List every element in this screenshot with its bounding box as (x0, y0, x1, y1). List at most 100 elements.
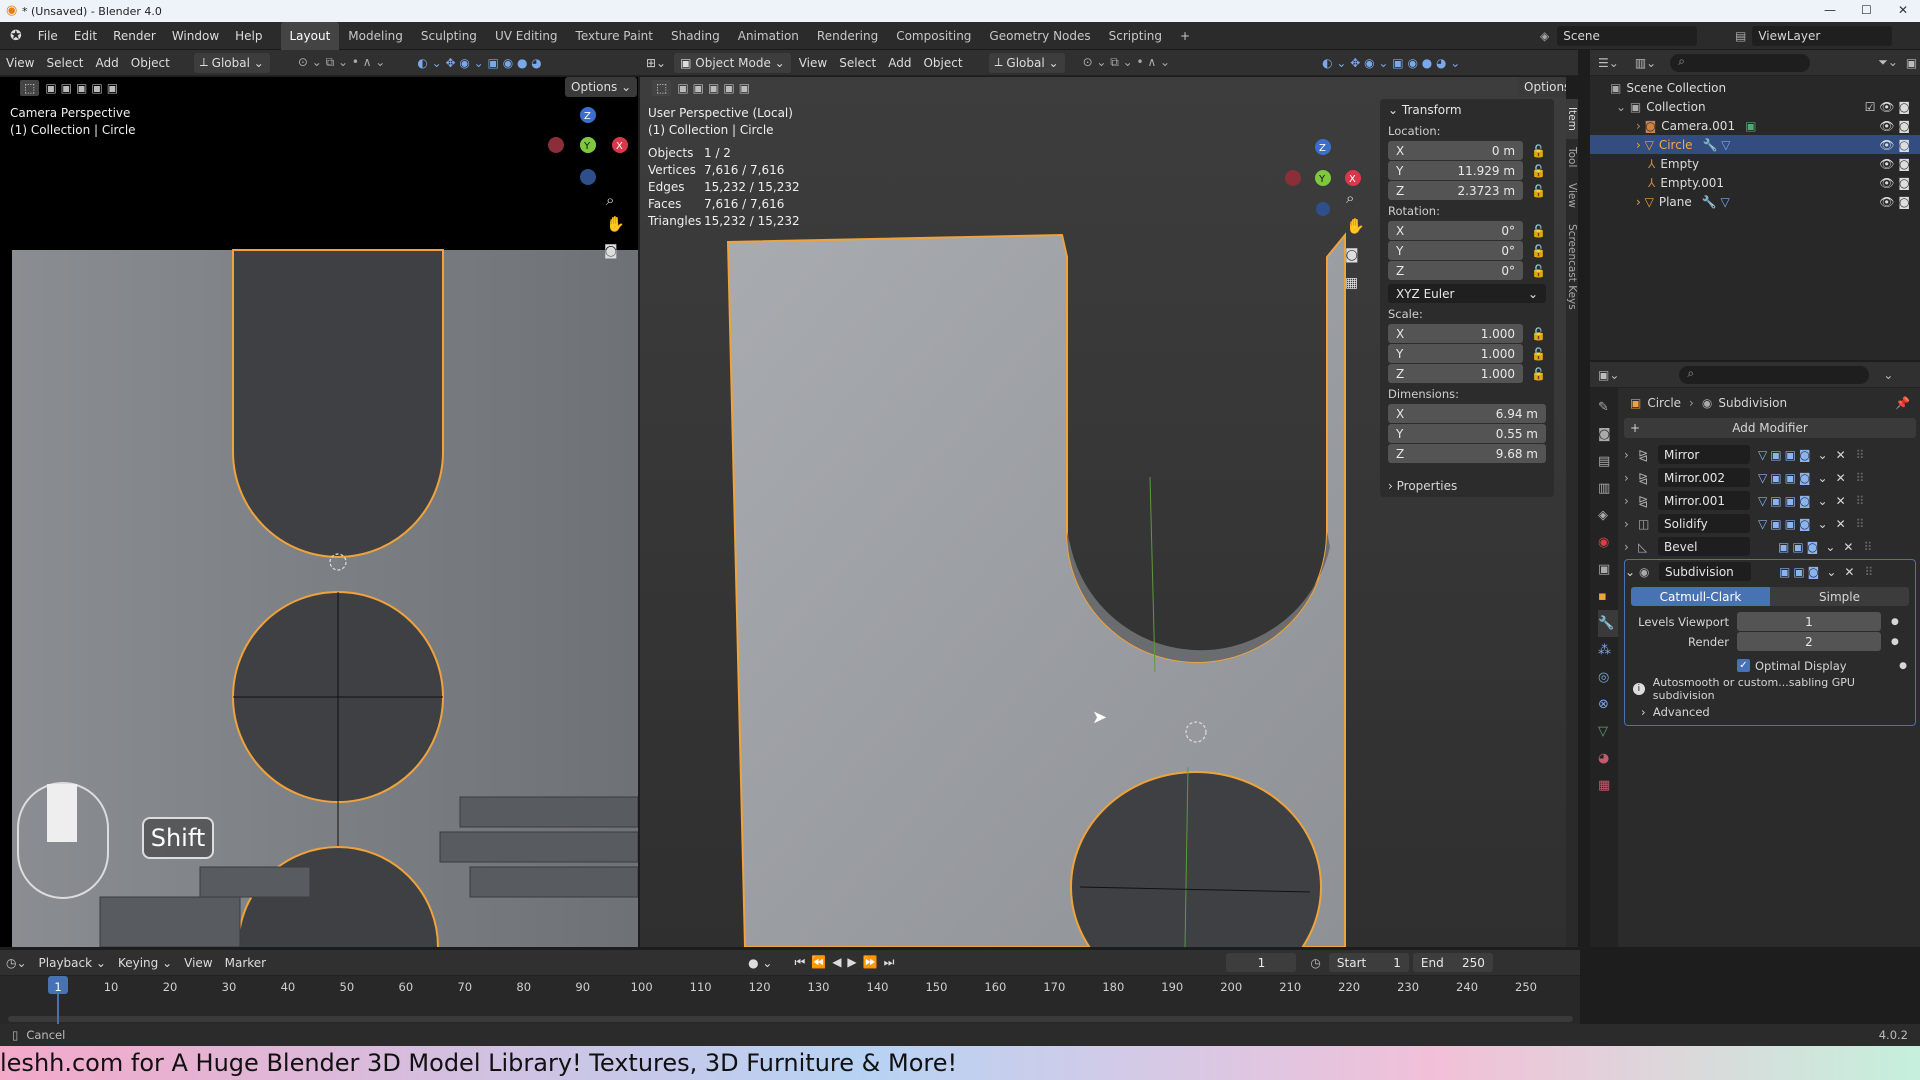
viewlayer-field[interactable]: ViewLayer (1752, 26, 1893, 46)
minimize-icon[interactable]: — (1824, 3, 1836, 17)
modifier-toggle-icons[interactable]: ▽▣▣◙ (1758, 448, 1814, 462)
left-orientation-dropdown[interactable]: ⟂ Global ⌄ (193, 52, 270, 73)
tab-rendering[interactable]: Rendering (808, 22, 887, 50)
timeline-view-menu[interactable]: View (178, 953, 218, 973)
lock-icon[interactable]: 🔓 (1531, 244, 1546, 258)
rotation-y-field[interactable]: Y 0° (1388, 241, 1524, 260)
render-tab-icon[interactable]: ◙ (1598, 421, 1618, 448)
lock-icon[interactable]: 🔓 (1531, 224, 1546, 238)
pin-icon[interactable]: 📌 (1895, 396, 1910, 410)
tab-layout[interactable]: Layout (280, 21, 340, 50)
chevron-down-icon[interactable]: ⌄ (1818, 448, 1828, 462)
tab-modeling[interactable]: Modeling (339, 22, 412, 50)
drag-handle-icon[interactable]: ⠿ (1856, 448, 1865, 462)
outliner-item[interactable]: › ▽ Plane 🔧 ▽ 👁 ◙ (1590, 192, 1920, 211)
keyframe-dot-icon[interactable]: ● (1899, 661, 1907, 671)
timeline-editor-icon[interactable]: ◷⌄ (0, 953, 33, 973)
menu-render[interactable]: Render (105, 22, 164, 50)
tab-compositing[interactable]: Compositing (887, 22, 980, 50)
close-icon[interactable]: ✕ (1898, 3, 1908, 17)
visibility-icons[interactable]: ☑ 👁 ◙ (1865, 100, 1910, 114)
outliner-item[interactable]: ⅄ Empty 👁 ◙ (1590, 154, 1920, 173)
right-select-menu[interactable]: Select (833, 53, 882, 73)
right-zoom-icon[interactable]: ⌕ (1346, 189, 1354, 207)
location-x-field[interactable]: X0 m (1388, 141, 1524, 160)
tab-scripting[interactable]: Scripting (1100, 22, 1171, 50)
chevron-right-icon[interactable]: › (1624, 448, 1638, 462)
drag-handle-icon[interactable]: ⠿ (1856, 471, 1865, 485)
outliner-item[interactable]: › ◙ Camera.001 ▣ 👁 ◙ (1590, 116, 1920, 135)
chevron-down-icon[interactable]: ⌄ (1625, 565, 1639, 579)
right-camera-icon[interactable]: ◙ (1345, 247, 1359, 263)
dimension-z-field[interactable]: Z 9.68 m (1388, 444, 1546, 463)
scale-z-field[interactable]: Z 1.000 (1388, 364, 1524, 383)
close-icon[interactable]: ✕ (1836, 517, 1846, 531)
keying-menu[interactable]: Keying ⌄ (112, 953, 178, 973)
outliner-editor-icon[interactable]: ☰⌄ (1598, 56, 1619, 70)
filter-icon[interactable]: ⏷⌄ (1878, 55, 1898, 70)
outliner-search-input[interactable]: ⌕ (1670, 53, 1811, 72)
chevron-down-icon[interactable]: ⌄ (1818, 494, 1828, 508)
menu-help[interactable]: Help (227, 22, 270, 50)
right-view-menu[interactable]: View (793, 53, 833, 73)
left-view-menu[interactable]: View (0, 53, 40, 73)
dimension-y-field[interactable]: Y 0.55 m (1388, 424, 1546, 443)
outliner-collection[interactable]: ⌄ ▣ Collection ☑ 👁 ◙ (1590, 97, 1920, 116)
tab-geometry-nodes[interactable]: Geometry Nodes (980, 22, 1099, 50)
left-select-menu[interactable]: Select (40, 53, 89, 73)
tab-view[interactable]: View (1566, 175, 1578, 216)
location-y-field[interactable]: Y 11.929 m (1388, 161, 1524, 180)
tab-screencast-keys[interactable]: Screencast Keys (1566, 216, 1578, 318)
rotation-z-field[interactable]: Z 0° (1388, 261, 1524, 280)
modifier-toggle-icons[interactable]: ▣▣◙ (1778, 540, 1821, 554)
lock-icon[interactable]: 🔓 (1531, 327, 1546, 341)
marker-menu[interactable]: Marker (219, 953, 272, 973)
right-viewport[interactable]: Z Y X ⬚ ▣▣▣▣▣ Options ⌄ User Perspective… (640, 77, 1566, 947)
collection-tab-icon[interactable]: ▣ (1598, 556, 1618, 583)
end-frame-field[interactable]: End 250 (1412, 953, 1493, 972)
chevron-down-icon[interactable]: ⌄ (1818, 517, 1828, 531)
outliner-item-selected[interactable]: › ▽ Circle 🔧 ▽ 👁 ◙ (1590, 135, 1920, 154)
keyframe-dot-icon[interactable]: ● (1891, 617, 1899, 627)
modifier-row-mirror-002[interactable]: › ⧎ Mirror.002 ▽▣▣◙ ⌄ ✕ ⠿ (1624, 466, 1916, 489)
left-gizmo-icons[interactable]: ◐ ⌄ ✥ ◉ ⌄ ▣ ◉ ● ◕ (411, 53, 547, 73)
optimal-display-checkbox[interactable]: ✓ (1737, 659, 1750, 672)
view-layer-tab-icon[interactable]: ▥ (1598, 475, 1618, 502)
blender-menu-icon[interactable]: ✪ (0, 28, 30, 44)
constraints-tab-icon[interactable]: ⊗ (1598, 691, 1618, 718)
playback-menu[interactable]: Playback ⌄ (33, 953, 112, 973)
close-icon[interactable]: ✕ (1843, 540, 1853, 554)
current-frame-field[interactable]: 1 (1226, 953, 1297, 972)
lock-icon[interactable]: 🔓 (1531, 264, 1546, 278)
texture-tab-icon[interactable]: ▦ (1598, 772, 1618, 799)
modifier-toggle-icons[interactable]: ▽▣▣◙ (1758, 471, 1814, 485)
left-camera-icon[interactable]: ◙ (604, 243, 618, 259)
modifier-row-solidify[interactable]: › ◫ Solidify ▽▣▣◙ ⌄ ✕ ⠿ (1624, 512, 1916, 535)
left-viewport[interactable]: ⬚ ▣▣▣▣▣ Options ⌄ Camera Perspective (1)… (0, 77, 638, 947)
drag-handle-icon[interactable]: ⠿ (1856, 517, 1865, 531)
chevron-down-icon[interactable]: ⌄ (1883, 368, 1893, 382)
new-collection-icon[interactable]: ▣ (1906, 56, 1917, 70)
menu-window[interactable]: Window (164, 22, 227, 50)
close-icon[interactable]: ✕ (1836, 494, 1846, 508)
visibility-icons[interactable]: 👁 ◙ (1879, 176, 1910, 190)
visibility-icons[interactable]: 👁 ◙ (1879, 119, 1910, 133)
timeline-scrollbar[interactable] (8, 1016, 1573, 1022)
rotation-mode-dropdown[interactable]: XYZ Euler ⌄ (1388, 284, 1546, 303)
properties-editor-icon[interactable]: ▣⌄ (1598, 368, 1619, 382)
right-grid-icon[interactable]: ▦ (1345, 275, 1358, 291)
modifier-name[interactable]: Mirror.001 (1658, 491, 1750, 510)
tab-sculpting[interactable]: Sculpting (412, 22, 486, 50)
modifier-tab-icon[interactable]: 🔧 (1598, 610, 1618, 637)
simple-button[interactable]: Simple (1770, 587, 1909, 606)
left-zoom-icon[interactable]: ⌕ (606, 191, 614, 209)
chevron-right-icon[interactable]: › (1624, 517, 1638, 531)
advanced-subpanel[interactable]: › Advanced (1625, 702, 1915, 721)
right-add-menu[interactable]: Add (882, 53, 917, 73)
object-tab-icon[interactable]: ▪ (1598, 583, 1618, 610)
right-object-menu[interactable]: Object (917, 53, 968, 73)
menu-file[interactable]: File (30, 22, 66, 50)
scene-tab-icon[interactable]: ◈ (1598, 502, 1618, 529)
modifier-row-bevel[interactable]: › ◺ Bevel ▣▣◙ ⌄ ✕ ⠿ (1624, 535, 1916, 558)
playback-controls-icons[interactable]: ⏮⏪◀▶⏩⏭ (788, 953, 906, 973)
